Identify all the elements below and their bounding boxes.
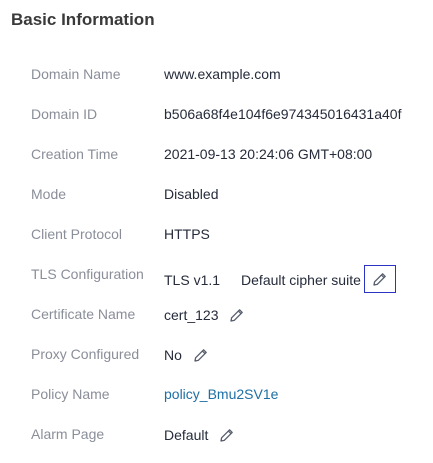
row-tls-configuration: TLS Configuration TLS v1.1 Default ciphe…	[0, 253, 433, 293]
certificate-name-label: Certificate Name	[31, 306, 136, 322]
section-title: Basic Information	[11, 10, 155, 29]
row-client-protocol: Client Protocol HTTPS	[0, 213, 433, 253]
certificate-name-value: cert_123	[164, 306, 246, 324]
row-domain-name: Domain Name www.example.com	[0, 53, 433, 93]
client-protocol-text: HTTPS	[164, 226, 210, 242]
cipher-suite-text: Default cipher suite	[241, 271, 361, 288]
edit-proxy-button[interactable]	[192, 346, 210, 364]
edit-certificate-button[interactable]	[228, 306, 246, 324]
domain-name-text: www.example.com	[164, 66, 281, 82]
policy-name-value: policy_Bmu2SV1e	[164, 386, 278, 402]
alarm-page-value: Default	[164, 426, 236, 444]
mode-value: Disabled	[164, 186, 218, 202]
alarm-page-label: Alarm Page	[31, 426, 105, 442]
policy-name-label: Policy Name	[31, 386, 110, 402]
domain-id-label: Domain ID	[31, 106, 98, 122]
certificate-name-text: cert_123	[164, 307, 219, 323]
pencil-icon	[220, 429, 234, 442]
proxy-configured-label: Proxy Configured	[31, 346, 140, 362]
row-creation-time: Creation Time 2021-09-13 20:24:06 GMT+08…	[0, 133, 433, 173]
row-mode: Mode Disabled	[0, 173, 433, 213]
domain-id-text: b506a68f4e104f6e974345016431a40f	[164, 106, 402, 122]
domain-name-value: www.example.com	[164, 66, 281, 82]
tls-configuration-label: TLS Configuration	[31, 266, 144, 282]
basic-information-panel: Basic Information Domain Name www.exampl…	[0, 0, 433, 463]
edit-alarm-page-button[interactable]	[218, 426, 236, 444]
row-alarm-page: Alarm Page Default	[0, 413, 433, 453]
row-proxy-configured: Proxy Configured No	[0, 333, 433, 373]
tls-configuration-value: TLS v1.1 Default cipher suite	[164, 265, 396, 293]
pencil-icon	[373, 273, 386, 286]
proxy-configured-text: No	[164, 347, 182, 363]
creation-time-value: 2021-09-13 20:24:06 GMT+08:00	[164, 146, 372, 162]
domain-name-label: Domain Name	[31, 66, 121, 82]
proxy-configured-value: No	[164, 346, 210, 364]
info-list: Domain Name www.example.com Domain ID b5…	[0, 53, 433, 453]
tls-version-text: TLS v1.1	[164, 271, 221, 288]
edit-tls-configuration-button[interactable]	[363, 265, 396, 293]
policy-name-link[interactable]: policy_Bmu2SV1e	[164, 386, 278, 402]
row-certificate-name: Certificate Name cert_123	[0, 293, 433, 333]
domain-id-value: b506a68f4e104f6e974345016431a40f	[164, 106, 401, 122]
pencil-icon	[230, 309, 244, 322]
creation-time-text: 2021-09-13 20:24:06 GMT+08:00	[164, 146, 373, 162]
row-policy-name: Policy Name policy_Bmu2SV1e	[0, 373, 433, 413]
row-domain-id: Domain ID b506a68f4e104f6e974345016431a4…	[0, 93, 433, 133]
alarm-page-text: Default	[164, 427, 209, 443]
client-protocol-value: HTTPS	[164, 226, 210, 242]
pencil-icon	[194, 349, 207, 362]
creation-time-label: Creation Time	[31, 146, 119, 162]
mode-label: Mode	[31, 186, 67, 202]
client-protocol-label: Client Protocol	[31, 226, 123, 242]
mode-text: Disabled	[164, 186, 219, 202]
